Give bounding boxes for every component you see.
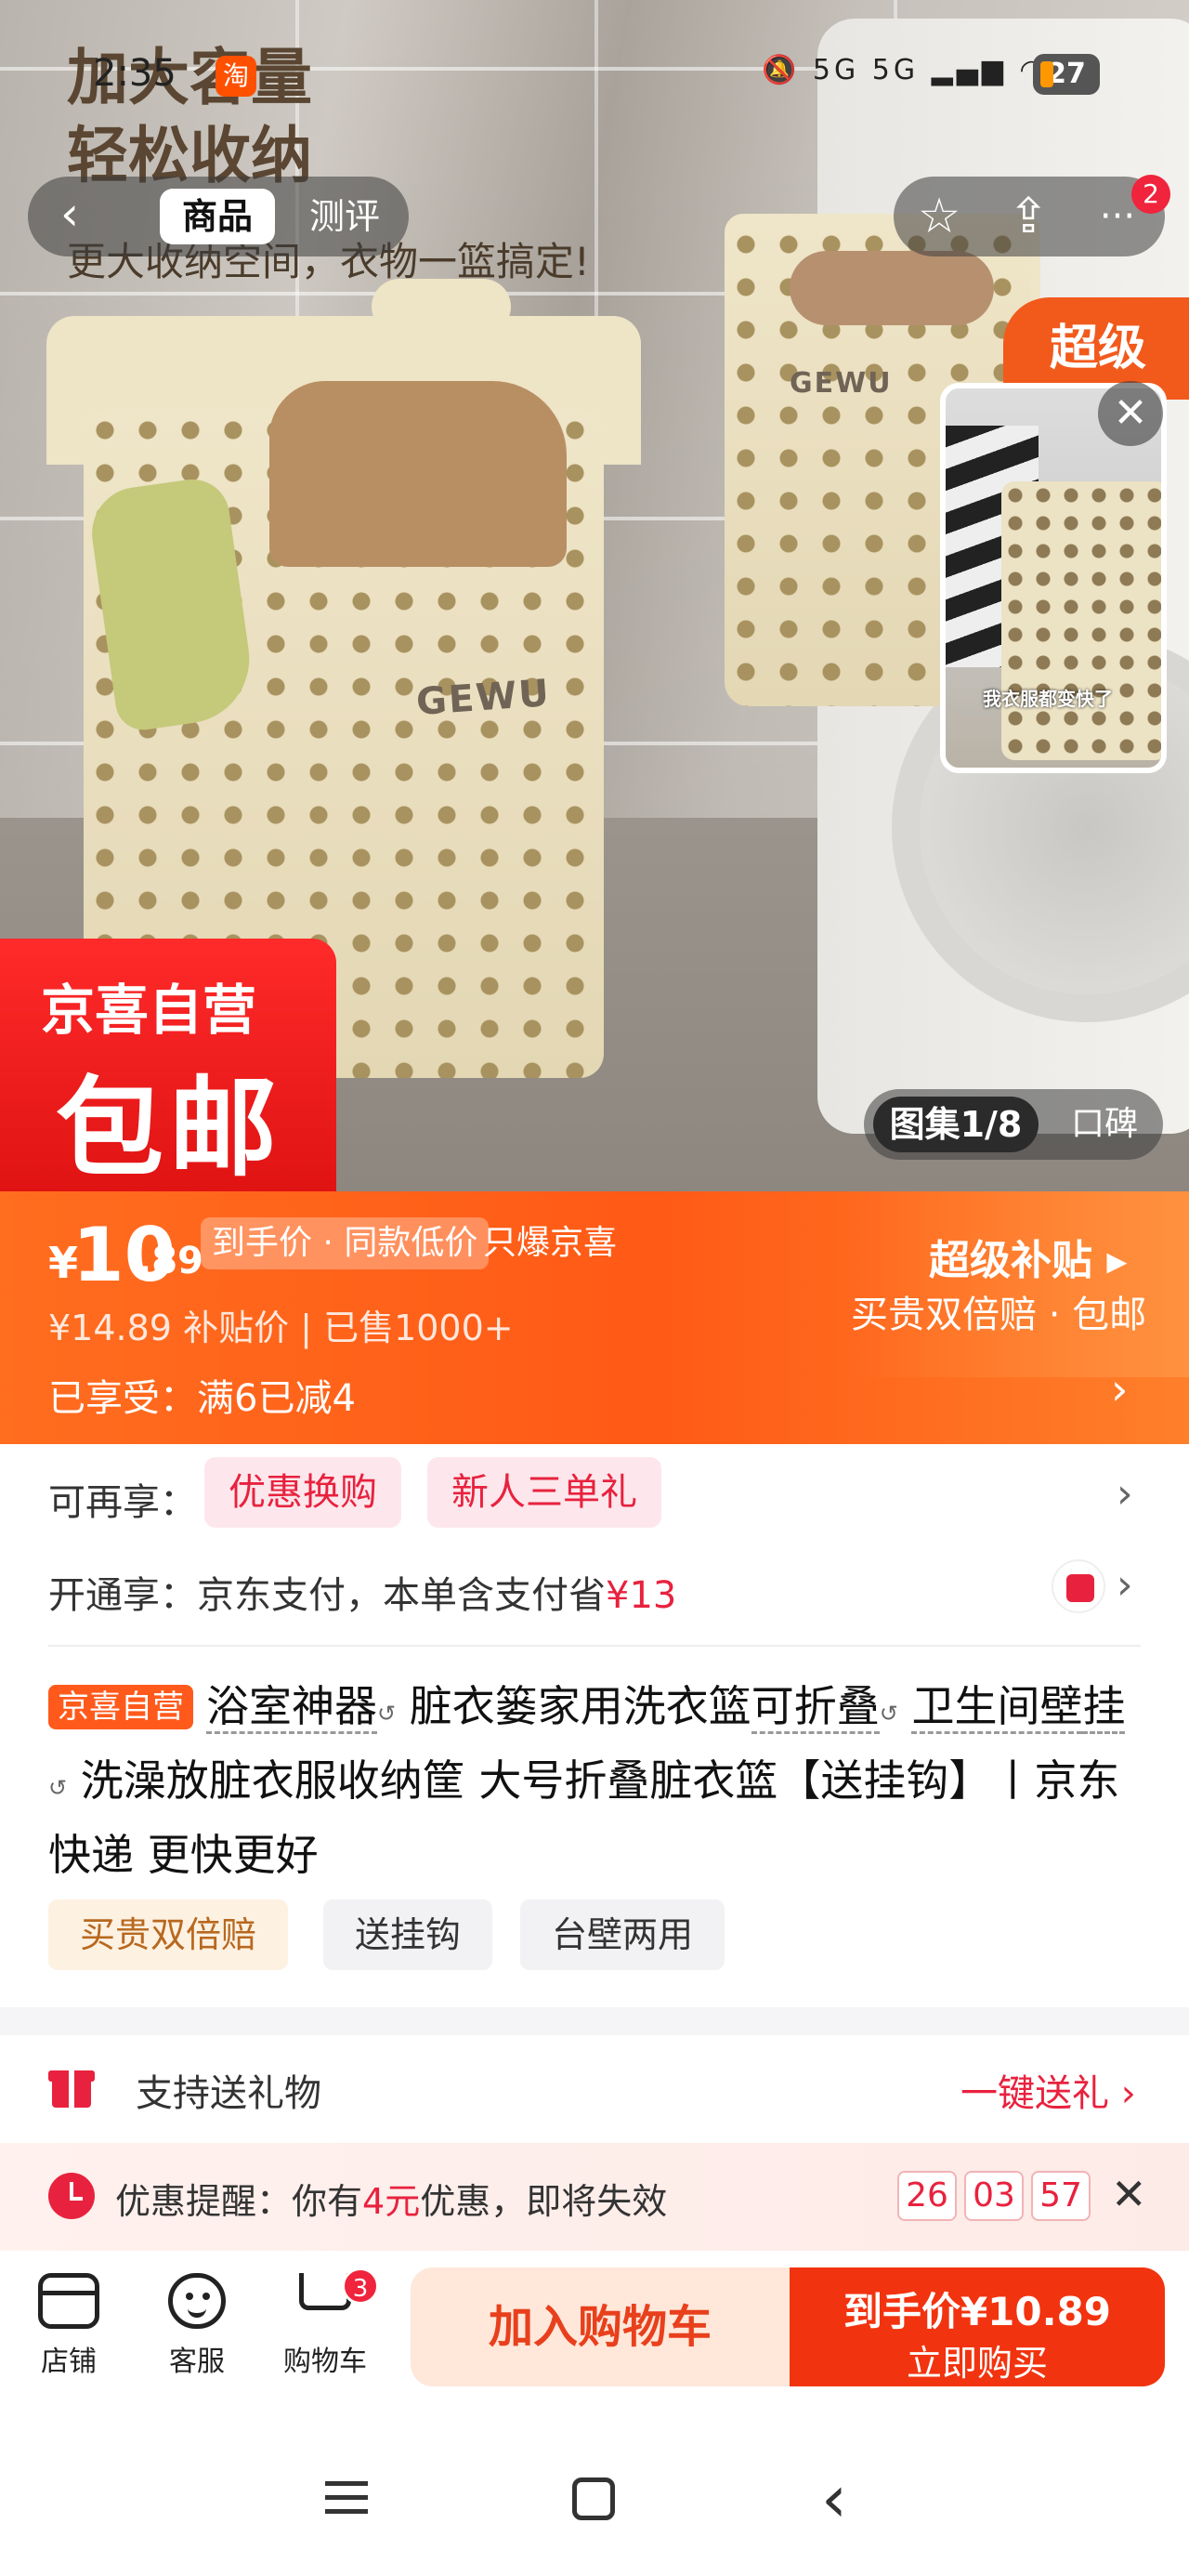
product-page: GEWU GEWU 加大容量 轻松收纳 更大收纳空间，衣物一篮搞定! 2:35 …: [0, 0, 1189, 2576]
top-actions: ☆ ⇪ ···: [894, 177, 1165, 256]
title-text: 洗澡放脏衣服收纳筐 大号折叠脏衣篮【送挂钩】丨京东快递 更快更好: [48, 1755, 1120, 1880]
clock-icon: [48, 2173, 95, 2219]
jingxi-badge: 京喜自营 包邮: [0, 939, 336, 1191]
sold-count: 已售1000+: [323, 1308, 514, 1348]
add-to-cart-button[interactable]: 加入购物车: [411, 2267, 790, 2386]
subsidy-price-label: 补贴价: [183, 1308, 290, 1348]
customer-service-icon: [168, 2273, 226, 2329]
gallery-switch: 图集1/8 口碑: [864, 1089, 1163, 1160]
pay-offer-text: 开通享：京东支付，本单含支付省¥13: [48, 1565, 676, 1619]
video-close-icon[interactable]: ✕: [1098, 381, 1163, 446]
price-band: ¥ 10 .89 到手价 · 同款低价 只爆京喜 ¥14.89 补贴价 | 已售…: [0, 1191, 1189, 1444]
reminder-text: 优惠提醒：你有4元优惠，即将失效: [115, 2173, 667, 2224]
bottom-action-bar: 店铺 客服 购物车 3 加入购物车 到手价¥10.89 立即购买: [0, 2251, 1189, 2418]
price-decimal: .89: [137, 1240, 203, 1282]
offer-chip-newuser[interactable]: 新人三单礼: [427, 1457, 661, 1528]
tab-product[interactable]: 商品: [160, 189, 275, 244]
separator: |: [300, 1308, 324, 1348]
countdown-minutes: 03: [964, 2171, 1024, 2221]
gift-ribbon: [69, 2070, 74, 2108]
shop-button[interactable]: 店铺: [22, 2273, 115, 2379]
shop-label: 店铺: [41, 2346, 97, 2378]
close-icon[interactable]: ✕: [1111, 2169, 1147, 2219]
brand-logo-back: GEWU: [790, 367, 893, 400]
original-price: ¥14.89: [48, 1308, 172, 1348]
favorite-star-icon[interactable]: ☆: [897, 177, 981, 256]
title-keyword[interactable]: 可折叠: [751, 1681, 880, 1734]
jd-pay-icon: [1052, 1559, 1105, 1613]
chevron-right-icon[interactable]: ›: [1111, 1364, 1128, 1414]
super-subsidy-subtitle: 买贵双倍赔 · 包邮: [851, 1294, 1147, 1336]
title-keyword[interactable]: 卫生间壁: [911, 1681, 1083, 1734]
reminder-suffix: 优惠，即将失效: [420, 2181, 668, 2222]
buy-now-button[interactable]: 到手价¥10.89 立即购买: [790, 2267, 1165, 2386]
product-title: 京喜自营 浴室神器↺ 脏衣篓家用洗衣篮可折叠↺ 卫生间壁挂↺ 洗澡放脏衣服收纳筐 …: [48, 1681, 1126, 1880]
back-clothes: [790, 251, 994, 325]
video-caption: 我衣服都变快了: [983, 688, 1113, 710]
offer-chip-exchange[interactable]: 优惠换购: [204, 1457, 401, 1528]
tab-review[interactable]: 测评: [294, 189, 396, 244]
pay-offer-label: 开通享：京东支付，本单含支付省: [48, 1574, 606, 1617]
extra-offers-label: 可再享：: [48, 1481, 197, 1524]
cart-count-badge: 3: [342, 2267, 379, 2305]
system-navigation: ‹: [0, 2418, 1189, 2576]
divider: [48, 1645, 1141, 1647]
shop-icon: [38, 2273, 99, 2329]
back-button[interactable]: ‹: [28, 177, 111, 256]
message-badge: 2: [1131, 175, 1170, 214]
status-time: 2:35: [93, 52, 176, 95]
title-keyword[interactable]: 挂: [1082, 1681, 1126, 1734]
buy-now-label: 立即购买: [906, 2343, 1048, 2384]
buy-now-price: 到手价¥10.89: [843, 2289, 1112, 2334]
original-price-line: ¥14.89 补贴价 | 已售1000+: [48, 1299, 514, 1350]
top-tabs: 商品 测评: [111, 177, 409, 256]
title-keyword[interactable]: 浴室神器: [206, 1681, 377, 1734]
pay-offer-row[interactable]: 开通享：京东支付，本单含支付省¥13 ›: [48, 1559, 1144, 1621]
network-label: 5G 5G: [812, 54, 920, 86]
signal-icons: 🔕 5G 5G ▂▄▆ ◠: [762, 54, 1048, 86]
jingxi-badge-top: 京喜自营: [41, 979, 257, 1042]
chevron-right-icon[interactable]: ›: [1117, 1470, 1133, 1518]
clothes-pile: [269, 381, 567, 567]
gallery-tab-images[interactable]: 图集1/8: [873, 1097, 1039, 1152]
countdown-hours: 26: [897, 2171, 957, 2221]
price-tag-tail: 只爆京喜: [483, 1224, 618, 1262]
gallery-tab-reviews[interactable]: 口碑: [1053, 1097, 1156, 1152]
status-bar: 2:35 淘 🔕 5G 5G ▂▄▆ ◠ 27: [0, 46, 1189, 102]
countdown-seconds: 57: [1031, 2171, 1091, 2221]
gift-icon: [48, 2061, 95, 2109]
taobao-app-icon: 淘: [216, 56, 256, 97]
chevron-right-icon[interactable]: ›: [1117, 1561, 1133, 1609]
extra-offers-row[interactable]: 可再享： 优惠换购 新人三单礼 ›: [48, 1457, 1144, 1535]
video-basket: [1001, 481, 1161, 760]
reminder-prefix: 优惠提醒：你有: [115, 2181, 363, 2222]
recent-apps-icon[interactable]: [325, 2481, 368, 2515]
section-gap: [0, 2007, 1189, 2035]
reminder-amount: 4元: [362, 2181, 421, 2222]
system-back-icon[interactable]: ‹: [821, 2461, 847, 2537]
service-label: 客服: [169, 2346, 225, 2378]
super-subsidy-title[interactable]: 超级补贴 ▸: [929, 1227, 1127, 1286]
feature-tag[interactable]: 台壁两用: [520, 1899, 725, 1970]
share-icon[interactable]: ⇪: [986, 177, 1070, 256]
cart-label: 购物车: [283, 2346, 367, 2378]
coupon-reminder: 优惠提醒：你有4元优惠，即将失效 26 : 03 : 57 ✕: [0, 2143, 1189, 2251]
discount-enjoyed[interactable]: 已享受：满6已减4: [48, 1368, 356, 1422]
gift-row[interactable]: 支持送礼物 一键送礼 ›: [0, 2035, 1189, 2143]
battery-icon: 27: [1033, 54, 1100, 95]
feature-tag[interactable]: 买贵双倍赔: [48, 1899, 289, 1970]
gift-label: 支持送礼物: [136, 2072, 321, 2115]
service-button[interactable]: 客服: [150, 2273, 243, 2379]
price-tag: 到手价 · 同款低价: [201, 1217, 490, 1269]
pay-offer-amount: ¥13: [606, 1574, 677, 1617]
title-text: 脏衣篓家用洗衣篮: [409, 1681, 751, 1731]
send-gift-button[interactable]: 一键送礼 ›: [960, 2063, 1136, 2117]
home-icon[interactable]: [572, 2477, 615, 2520]
jingxi-badge-bottom: 包邮: [56, 1066, 282, 1191]
self-operated-tag: 京喜自营: [48, 1685, 193, 1729]
feature-tag[interactable]: 送挂钩: [323, 1899, 493, 1970]
